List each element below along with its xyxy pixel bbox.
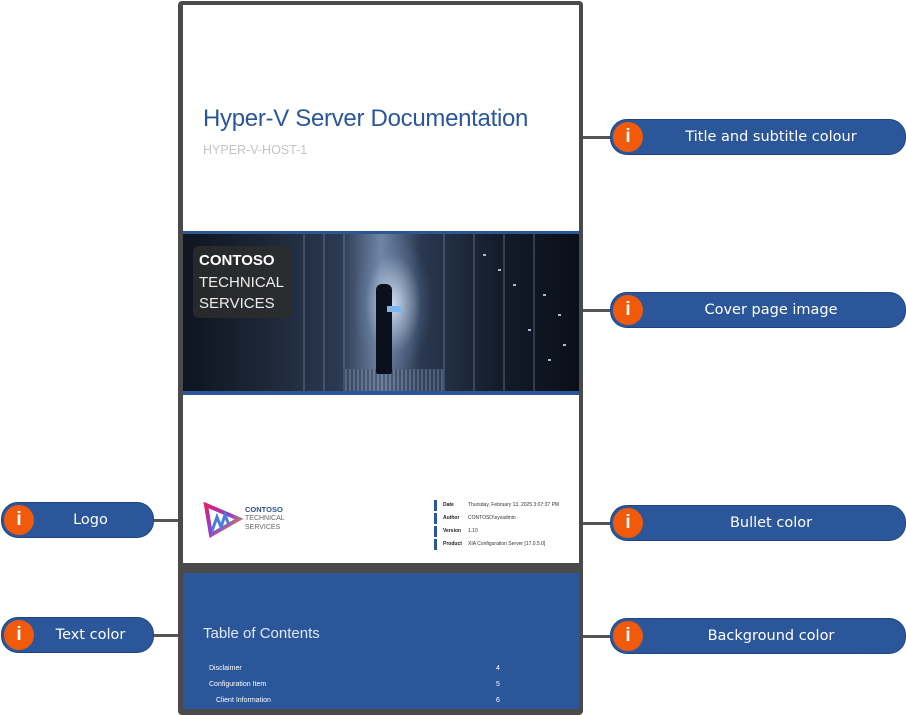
cover-brand-line: TECHNICAL <box>199 274 285 291</box>
toc-entry[interactable]: Disclaimer 4 <box>209 665 509 672</box>
callout-bullet-color: i Bullet color <box>610 505 906 541</box>
document-subtitle: HYPER-V-HOST-1 <box>203 143 308 157</box>
technician-figure <box>376 284 392 374</box>
toc-entry-page: 5 <box>496 681 500 688</box>
metadata-key: Author <box>443 515 460 521</box>
connector-line <box>583 522 613 525</box>
toc-page: Table of Contents Disclaimer 4 Configura… <box>183 573 579 709</box>
toc-entry[interactable]: Client Information 6 <box>216 697 516 704</box>
connector-line <box>150 634 178 637</box>
info-icon: i <box>612 620 644 652</box>
metadata-key: Version <box>443 528 462 534</box>
bullet-bar <box>434 525 437 537</box>
cover-brand-badge: CONTOSO TECHNICAL SERVICES <box>193 246 291 318</box>
connector-line <box>583 136 613 139</box>
callout-label: Text color <box>55 627 126 643</box>
server-room-photo: CONTOSO TECHNICAL SERVICES <box>183 234 579 391</box>
metadata-value: 1.10 <box>468 528 478 534</box>
callout-background-color: i Background color <box>610 618 906 654</box>
callout-label: Title and subtitle colour <box>685 129 857 145</box>
metadata-value: XIA Configuration Server [17.0.5.0] <box>468 541 546 547</box>
document-metadata: Date Thursday, February 13, 2025 3:07:37… <box>434 499 559 551</box>
metadata-row: Date Thursday, February 13, 2025 3:07:37… <box>434 499 559 511</box>
logo-text: TECHNICAL <box>245 515 285 522</box>
callout-label: Background color <box>707 628 835 644</box>
metadata-key: Date <box>443 502 454 508</box>
callout-label: Logo <box>73 512 108 528</box>
toc-entry-label: Configuration Item <box>209 681 267 688</box>
metadata-row: Author CONTOSO\sysadmin <box>434 512 559 524</box>
metadata-row: Product XIA Configuration Server [17.0.5… <box>434 538 559 550</box>
logo-text: SERVICES <box>245 524 281 531</box>
toc-entry[interactable]: Configuration Item 5 <box>209 681 509 688</box>
toc-entry-page: 6 <box>496 697 500 704</box>
connector-line <box>150 519 178 522</box>
toc-title: Table of Contents <box>203 625 320 642</box>
toc-entry-label: Client Information <box>216 697 271 704</box>
info-icon: i <box>3 504 35 536</box>
metadata-row: Version 1.10 <box>434 525 559 537</box>
bullet-bar <box>434 499 437 511</box>
bullet-bar <box>434 538 437 550</box>
callout-title-subtitle-colour: i Title and subtitle colour <box>610 119 906 155</box>
info-icon: i <box>3 619 35 651</box>
toc-entry-label: Disclaimer <box>209 665 242 672</box>
callout-label: Cover page image <box>704 302 838 318</box>
laptop <box>387 306 401 312</box>
toc-entry-page: 4 <box>496 665 500 672</box>
info-icon: i <box>612 507 644 539</box>
metadata-key: Product <box>443 541 462 547</box>
info-icon: i <box>612 294 644 326</box>
callout-text-color: i Text color <box>1 617 154 653</box>
cover-brand-line: SERVICES <box>199 295 275 312</box>
metadata-value: CONTOSO\sysadmin <box>468 515 516 521</box>
connector-line <box>583 309 613 312</box>
callout-cover-page-image: i Cover page image <box>610 292 906 328</box>
cover-page-image: CONTOSO TECHNICAL SERVICES <box>183 231 579 395</box>
company-logo: CONTOSO TECHNICAL SERVICES <box>203 499 303 539</box>
callout-logo: i Logo <box>1 502 154 538</box>
logo-text: CONTOSO <box>245 505 283 514</box>
metadata-value: Thursday, February 13, 2025 3:07:37 PM <box>468 502 560 508</box>
info-icon: i <box>612 121 644 153</box>
document-title: Hyper-V Server Documentation <box>203 105 529 132</box>
connector-line <box>583 635 613 638</box>
cover-brand-line: CONTOSO <box>199 252 275 269</box>
bullet-bar <box>434 512 437 524</box>
logo-mark-icon <box>203 501 243 539</box>
callout-label: Bullet color <box>729 515 813 531</box>
cover-page: Hyper-V Server Documentation HYPER-V-HOS… <box>183 5 579 563</box>
